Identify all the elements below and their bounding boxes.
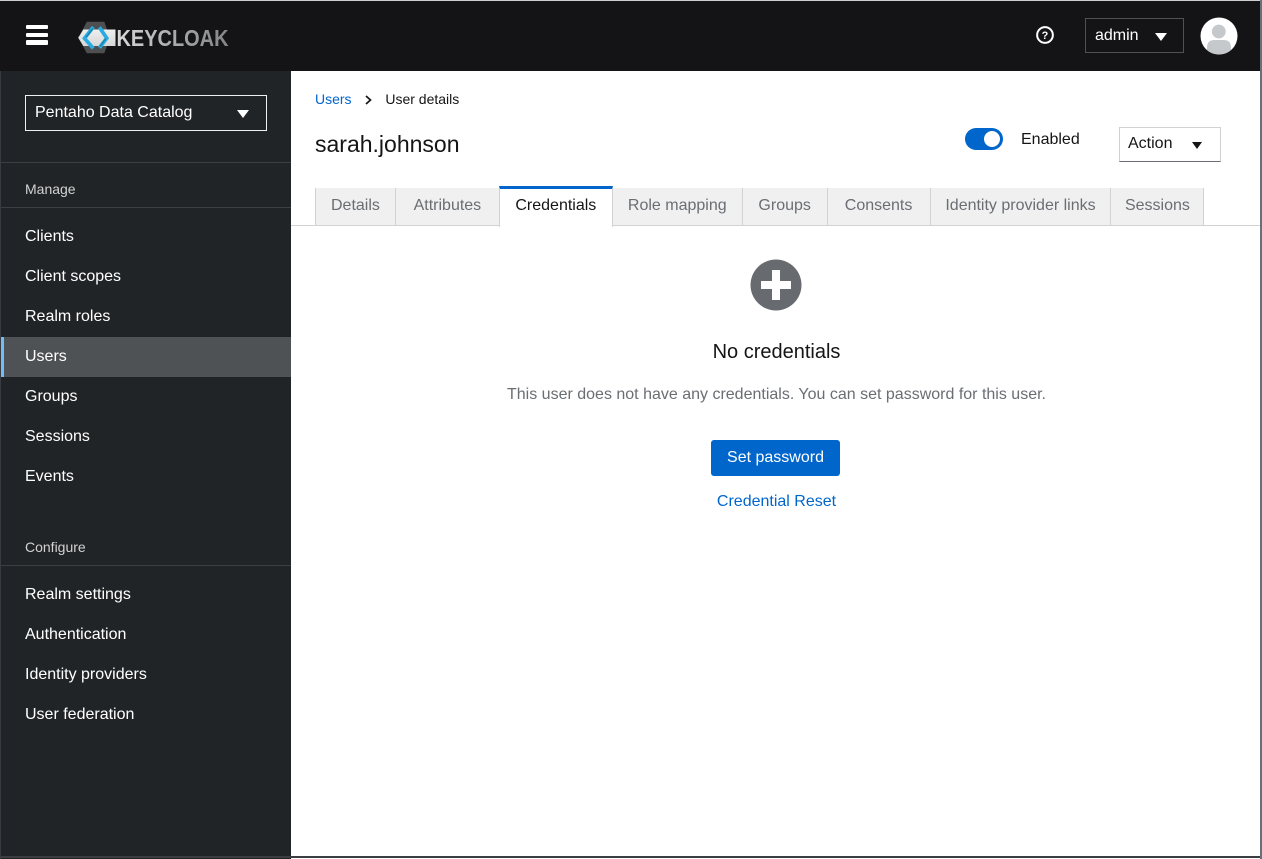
svg-text:KEYCLOAK: KEYCLOAK: [117, 25, 229, 51]
svg-text:?: ?: [1042, 30, 1049, 42]
